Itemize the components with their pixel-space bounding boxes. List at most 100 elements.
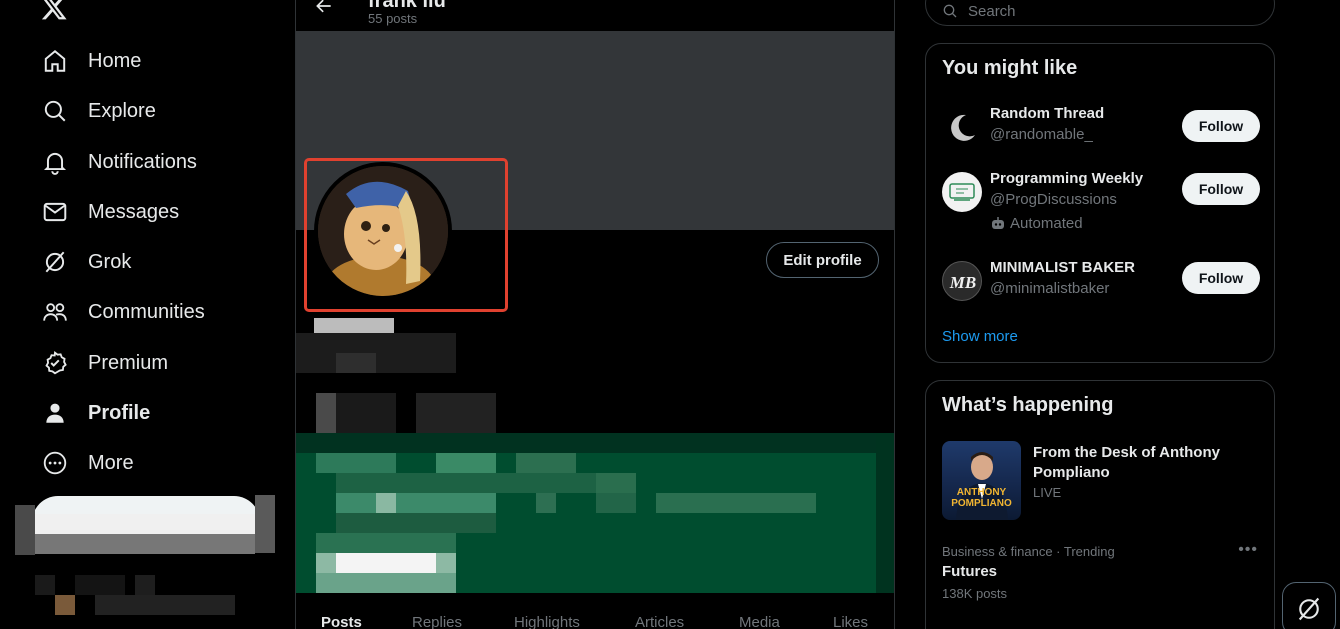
mb-logo-icon: MB: [949, 273, 976, 292]
nav-label-premium: Premium: [88, 351, 169, 374]
avatar[interactable]: [942, 172, 982, 212]
pixel-redaction: [336, 493, 496, 513]
follow-button[interactable]: Follow: [1182, 110, 1260, 142]
tab-media[interactable]: Media: [739, 614, 780, 629]
search-icon: [943, 4, 957, 18]
grok-icon: [1298, 597, 1320, 621]
who-to-follow-title: You might like: [942, 57, 1078, 79]
search-input[interactable]: [968, 2, 1248, 20]
nav-label-profile: Profile: [88, 401, 151, 424]
pixel-redaction: [436, 453, 496, 473]
envelope-icon: [43, 202, 67, 222]
live-thumbnail[interactable]: ANTHONY POMPLIANO: [942, 441, 1021, 520]
pixel-redaction: [316, 393, 336, 433]
pixel-redaction: [296, 433, 894, 453]
nav-more[interactable]: More: [30, 440, 146, 486]
nav-label-messages: Messages: [88, 200, 180, 223]
people-icon: [43, 303, 67, 321]
suggestion-handle: @minimalistbaker: [990, 280, 1110, 297]
show-more-link[interactable]: Show more: [942, 328, 1018, 345]
back-arrow-icon[interactable]: [314, 0, 334, 16]
pixel-redaction: [336, 353, 376, 373]
avatar[interactable]: [942, 107, 982, 147]
trend-category: Business & finance · Trending: [942, 544, 1115, 559]
more-circle-icon: [43, 451, 67, 475]
nav-home[interactable]: Home: [30, 38, 153, 84]
bell-icon: [43, 152, 67, 175]
whats-happening-title: What’s happening: [942, 394, 1114, 416]
suggestion-name[interactable]: Programming Weekly: [990, 170, 1143, 187]
pixel-redaction: [316, 453, 396, 473]
tab-replies[interactable]: Replies: [412, 614, 462, 629]
who-to-follow-card: You might like Random Thread @randomable…: [925, 43, 1275, 363]
trend-post-count: 138K posts: [942, 586, 1008, 601]
pixel-redaction: [255, 495, 275, 553]
suggestion-handle: @ProgDiscussions: [990, 191, 1117, 208]
pixel-redaction: [336, 513, 496, 533]
nav-explore[interactable]: Explore: [30, 88, 168, 134]
suggestion-handle: @randomable_: [990, 126, 1093, 143]
nav-communities[interactable]: Communities: [30, 289, 217, 335]
pixel-redaction: [135, 575, 155, 595]
profile-tabs: Posts Replies Highlights Articles Media …: [296, 608, 894, 629]
robot-icon: [992, 216, 1004, 229]
follow-button[interactable]: Follow: [1182, 173, 1260, 205]
suggestion-item[interactable]: Random Thread @randomable_ Follow: [942, 105, 1260, 155]
search-bar[interactable]: [925, 0, 1275, 26]
nav-notifications[interactable]: Notifications: [30, 139, 209, 185]
follow-button[interactable]: Follow: [1182, 262, 1260, 294]
tab-posts[interactable]: Posts: [321, 614, 362, 629]
live-status-label: LIVE: [1033, 485, 1062, 500]
nav-profile[interactable]: Profile: [30, 390, 162, 436]
pixel-redaction: [336, 393, 396, 433]
pixel-redaction: [316, 533, 456, 553]
trend-name[interactable]: Futures: [942, 563, 997, 580]
suggestion-item[interactable]: MB MINIMALIST BAKER @minimalistbaker Fol…: [942, 259, 1260, 309]
pixel-redaction: [316, 573, 456, 593]
home-icon: [44, 49, 66, 72]
edit-profile-button[interactable]: Edit profile: [766, 242, 879, 278]
svg-text:MB: MB: [949, 273, 976, 292]
nav-premium[interactable]: Premium: [30, 340, 180, 386]
thumb-caption: ANTHONY POMPLIANO: [951, 487, 1012, 509]
profile-column: frank liu 55 posts Edit profile Posts Re…: [295, 0, 895, 629]
profile-posts-count: 55 posts: [368, 11, 418, 26]
nav-label-notifications: Notifications: [88, 150, 197, 173]
suggestion-item[interactable]: Programming Weekly @ProgDiscussions Auto…: [942, 170, 1260, 240]
nav-messages[interactable]: Messages: [30, 189, 191, 235]
suggestion-name[interactable]: Random Thread: [990, 105, 1104, 122]
pixel-redaction: [876, 433, 894, 593]
automated-label: Automated: [990, 215, 1083, 232]
account-avatar[interactable]: [55, 595, 75, 615]
pixel-redaction: [596, 473, 636, 493]
tab-highlights[interactable]: Highlights: [514, 614, 580, 629]
pixel-redaction: [314, 318, 394, 334]
pixel-redaction: [596, 493, 636, 513]
search-icon: [44, 100, 66, 122]
tab-articles[interactable]: Articles: [635, 614, 684, 629]
suggestion-name[interactable]: MINIMALIST BAKER: [990, 259, 1135, 276]
tab-likes[interactable]: Likes: [833, 614, 868, 629]
nav-label-grok: Grok: [88, 250, 132, 273]
nav-label-more: More: [88, 451, 134, 474]
automated-text: Automated: [1010, 215, 1083, 232]
avatar[interactable]: MB: [942, 261, 982, 301]
more-options-icon[interactable]: •••: [1238, 541, 1258, 559]
grok-icon: [45, 251, 65, 273]
avatar-highlight-box: [304, 158, 508, 312]
pixel-redaction: [15, 505, 35, 555]
pixel-redaction: [336, 553, 436, 573]
nav-label-home: Home: [88, 49, 142, 72]
grok-floating-button[interactable]: [1282, 582, 1336, 629]
live-event-title[interactable]: From the Desk of Anthony Pompliano: [1033, 443, 1263, 483]
pixel-redaction: [336, 473, 596, 493]
pixel-redaction: [376, 493, 396, 513]
pixel-redaction: [95, 595, 235, 615]
x-logo-icon[interactable]: [40, 0, 68, 22]
left-sidebar: Home Explore Notifications Messages Grok…: [0, 0, 295, 629]
pixel-redaction: [35, 534, 255, 554]
profile-header-bar: frank liu 55 posts: [296, 0, 894, 31]
moon-icon: [951, 114, 975, 141]
whats-happening-card: What’s happening ANTHONY POMPLIANO From …: [925, 380, 1275, 629]
nav-grok[interactable]: Grok: [30, 239, 143, 285]
